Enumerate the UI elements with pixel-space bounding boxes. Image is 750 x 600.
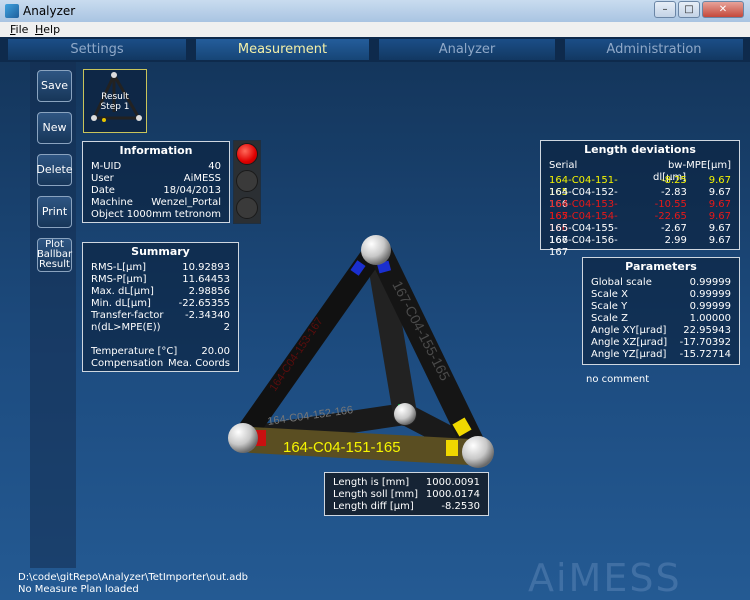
- label-bar-left: 164-C04-153-167: [268, 315, 326, 393]
- label-bar-front: 164-C04-151-165: [283, 439, 401, 456]
- length-info-value: -8.2530: [441, 501, 480, 512]
- length-info-row: Length is [mm] 1000.0091: [325, 477, 488, 489]
- length-info-value: 1000.0091: [425, 477, 480, 488]
- cap-yellow-lower: [446, 440, 458, 456]
- vertex-left[interactable]: [228, 423, 258, 453]
- length-info-row: Length soll [mm] 1000.0174: [325, 489, 488, 501]
- file-path: D:\code\gitRepo\Analyzer\TetImporter\out…: [18, 572, 249, 583]
- length-info-box: Length is [mm] 1000.0091 Length soll [mm] 1…: [324, 472, 489, 516]
- length-info-label: Length soll [mm]: [333, 489, 419, 500]
- length-info-label: Length diff [µm]: [333, 501, 414, 512]
- vertex-back[interactable]: [394, 403, 416, 425]
- vertex-right[interactable]: [462, 436, 494, 468]
- length-info-value: 1000.0174: [425, 489, 480, 500]
- measure-plan-status: No Measure Plan loaded: [18, 584, 139, 595]
- vertex-top[interactable]: [361, 235, 391, 265]
- length-info-label: Length is [mm]: [333, 477, 410, 488]
- length-info-row: Length diff [µm] -8.2530: [325, 501, 488, 513]
- aimess-logo: AiMESS: [528, 556, 682, 600]
